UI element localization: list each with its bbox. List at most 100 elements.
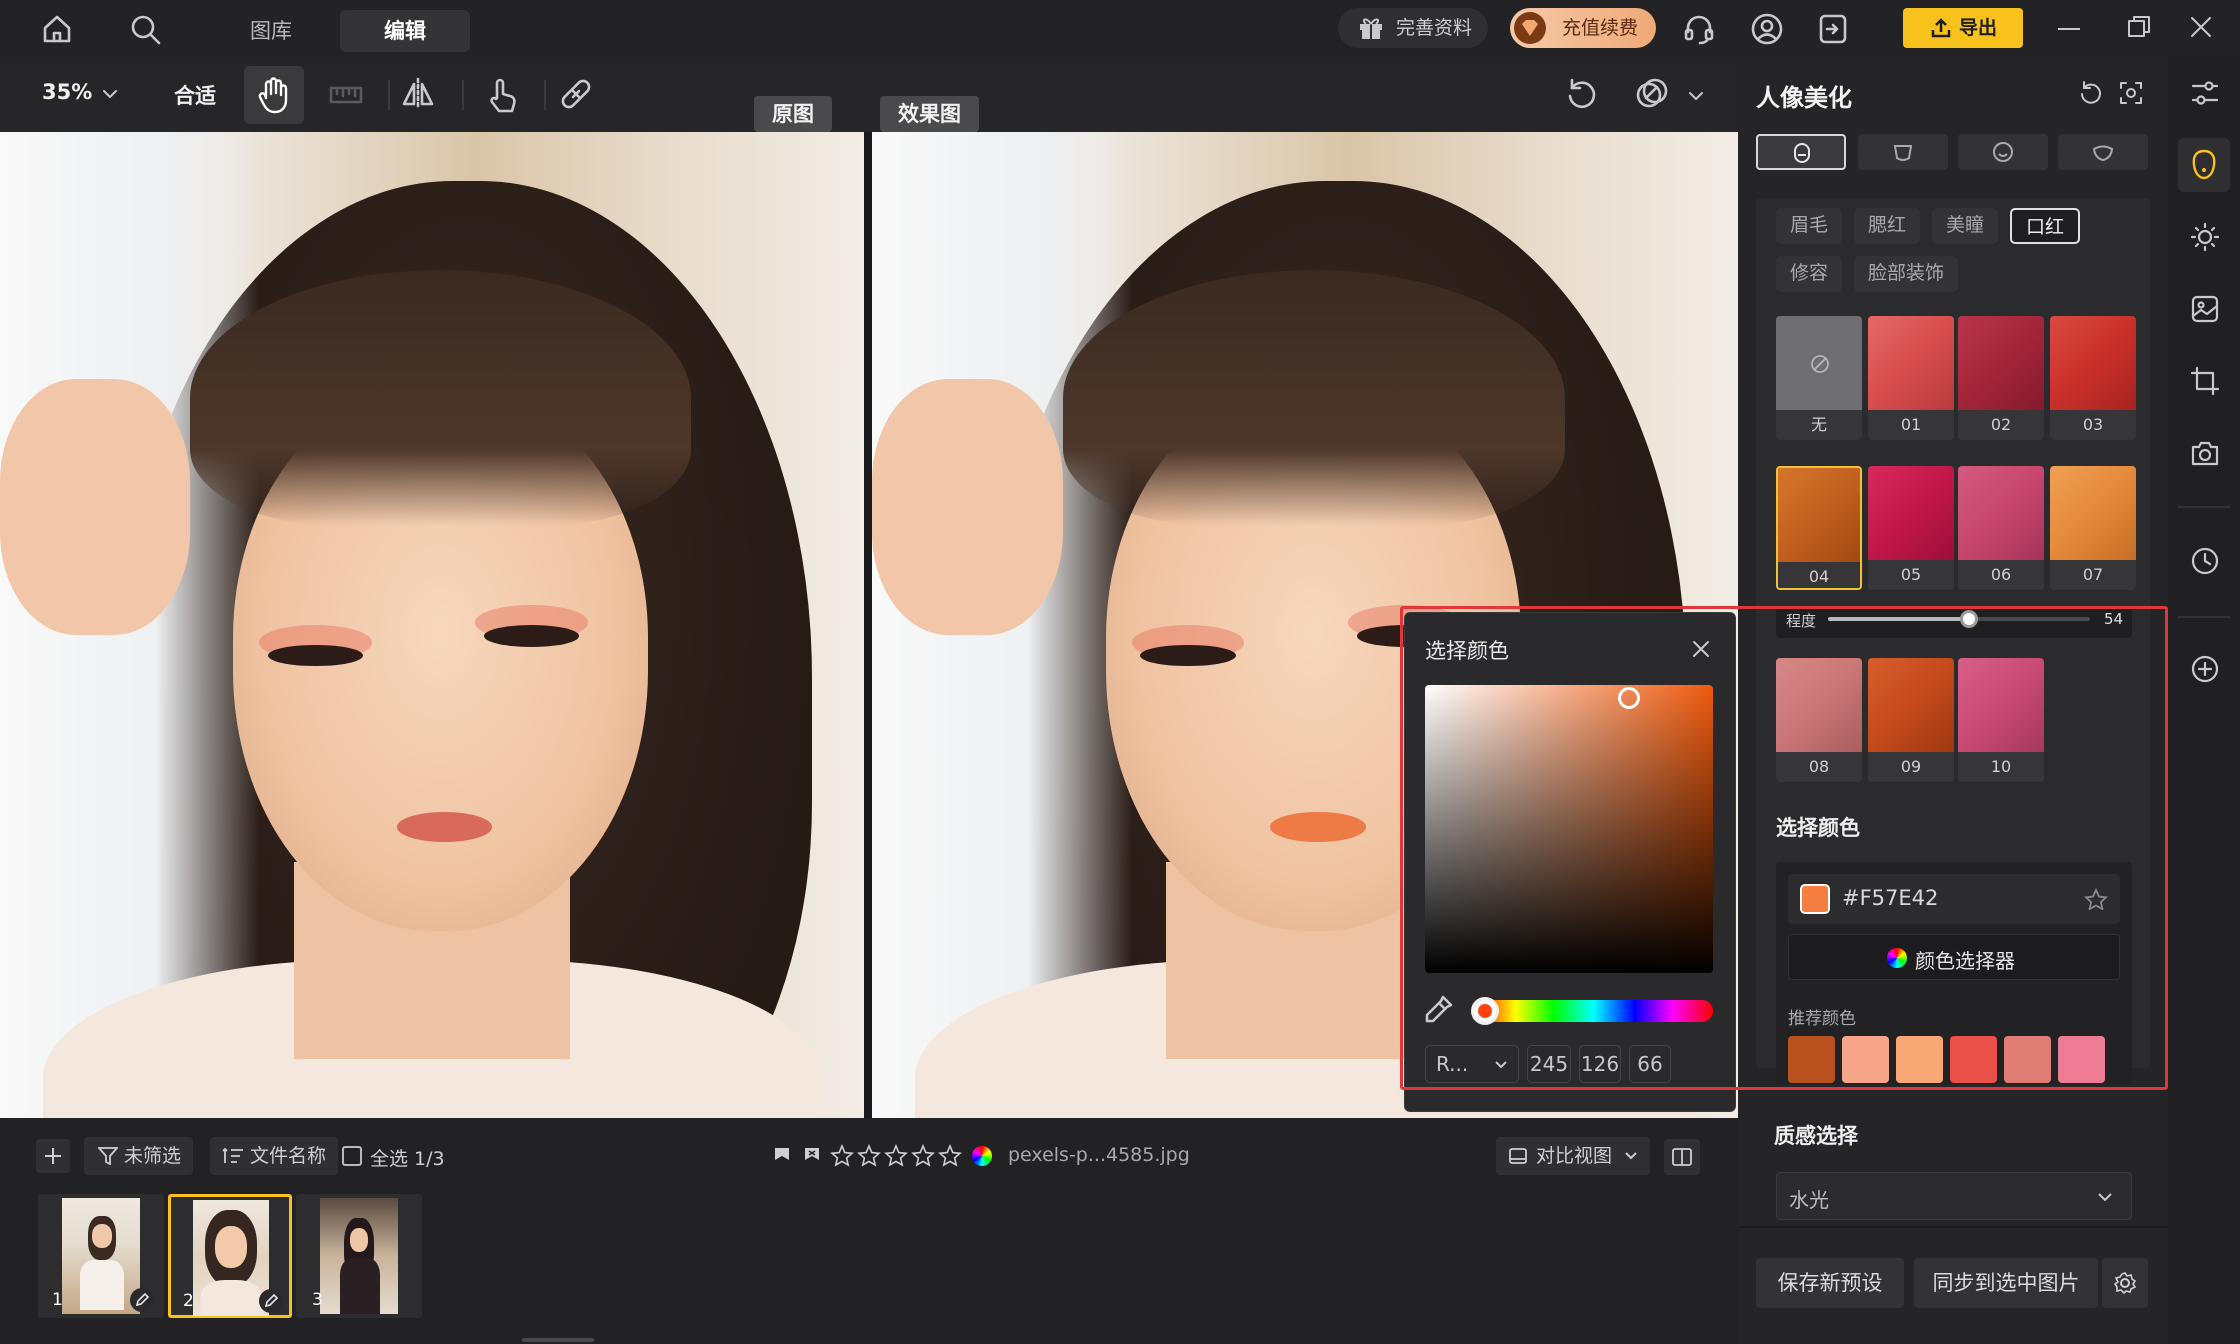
face-scan-icon[interactable] bbox=[2118, 80, 2144, 106]
zoom-chevron-icon[interactable] bbox=[102, 88, 118, 100]
upload-icon bbox=[1929, 16, 1953, 40]
mask-category-button[interactable] bbox=[2058, 134, 2148, 170]
flag-icon[interactable] bbox=[772, 1146, 792, 1166]
saturation-value-field[interactable] bbox=[1425, 685, 1713, 973]
rating-stars[interactable] bbox=[830, 1144, 964, 1168]
fit-button[interactable]: 合适 bbox=[174, 80, 216, 110]
crop-icon[interactable] bbox=[2190, 366, 2220, 396]
user-icon[interactable] bbox=[1750, 12, 1784, 46]
green-input[interactable]: 126 bbox=[1579, 1045, 1621, 1083]
color-mode-select[interactable]: R... bbox=[1425, 1045, 1519, 1083]
hex-value: #F57E42 bbox=[1842, 886, 1939, 910]
subtab-blush[interactable]: 腮红 bbox=[1854, 208, 1921, 244]
home-icon[interactable] bbox=[40, 12, 74, 46]
complete-profile-button[interactable]: 完善资料 bbox=[1338, 8, 1488, 48]
recharge-button[interactable]: 充值续费 bbox=[1510, 8, 1656, 48]
add-image-button[interactable] bbox=[36, 1139, 70, 1173]
search-icon[interactable] bbox=[128, 12, 162, 46]
swatch-label: 01 bbox=[1868, 410, 1954, 440]
touch-icon[interactable] bbox=[484, 76, 520, 114]
reset-icon[interactable] bbox=[1564, 76, 1600, 112]
flip-icon[interactable] bbox=[400, 76, 436, 112]
star-icon[interactable] bbox=[2084, 888, 2108, 910]
camera-icon[interactable] bbox=[2190, 438, 2220, 468]
swatch-none[interactable]: 无 bbox=[1776, 316, 1862, 440]
export-button[interactable]: 导出 bbox=[1903, 8, 2023, 48]
color-label-icon[interactable] bbox=[972, 1146, 992, 1166]
swatch-01[interactable]: 01 bbox=[1868, 316, 1954, 440]
swatch-04-selected[interactable]: 04 bbox=[1776, 466, 1862, 590]
smile-category-button[interactable] bbox=[1958, 134, 2048, 170]
settings-button[interactable] bbox=[2102, 1258, 2148, 1308]
sort-button[interactable]: 文件名称 bbox=[210, 1137, 339, 1175]
portrait-tool-button[interactable] bbox=[2178, 138, 2230, 192]
panel-reset-icon[interactable] bbox=[2078, 80, 2104, 106]
compare-overlay-icon[interactable] bbox=[1634, 76, 1670, 112]
zoom-select[interactable]: 35% bbox=[42, 80, 92, 104]
history-icon[interactable] bbox=[2190, 546, 2220, 576]
sync-selected-button[interactable]: 同步到选中图片 bbox=[1914, 1258, 2098, 1308]
recommended-color-3[interactable] bbox=[1896, 1036, 1943, 1083]
swatch-09[interactable]: 09 bbox=[1868, 658, 1954, 782]
swatch-07[interactable]: 07 bbox=[2050, 466, 2136, 590]
close-icon[interactable] bbox=[1691, 639, 1711, 659]
select-all-label: 全选 1/3 bbox=[370, 1148, 445, 1170]
recommended-color-5[interactable] bbox=[2004, 1036, 2051, 1083]
subtab-eyebrow[interactable]: 眉毛 bbox=[1776, 208, 1843, 244]
recommended-color-1[interactable] bbox=[1788, 1036, 1835, 1083]
compare-view-select[interactable]: 对比视图 bbox=[1496, 1137, 1651, 1175]
import-icon[interactable] bbox=[1816, 12, 1850, 46]
bandage-icon[interactable] bbox=[558, 76, 594, 112]
add-circle-icon[interactable] bbox=[2190, 654, 2220, 684]
subtab-contacts[interactable]: 美瞳 bbox=[1932, 208, 1999, 244]
thumbnail-2[interactable]: 2 bbox=[168, 1194, 292, 1318]
swatch-03[interactable]: 03 bbox=[2050, 316, 2136, 440]
subtab-contour[interactable]: 修容 bbox=[1776, 256, 1843, 292]
image-edit-icon[interactable] bbox=[2190, 294, 2220, 324]
split-divider[interactable] bbox=[864, 132, 872, 1118]
swatch-05[interactable]: 05 bbox=[1868, 466, 1954, 590]
thumbnail-1[interactable]: 1 bbox=[38, 1194, 164, 1318]
adjust-icon[interactable] bbox=[2190, 78, 2220, 108]
close-window-icon[interactable] bbox=[2188, 14, 2214, 40]
thumbnail-3[interactable]: 3 bbox=[296, 1194, 422, 1318]
intensity-track[interactable] bbox=[1828, 610, 2090, 628]
color-picker-button[interactable]: 颜色选择器 bbox=[1788, 934, 2120, 980]
ruler-icon[interactable] bbox=[328, 78, 364, 112]
tab-edit[interactable]: 编辑 bbox=[340, 10, 470, 52]
red-input[interactable]: 245 bbox=[1527, 1045, 1571, 1083]
headset-icon[interactable] bbox=[1682, 12, 1716, 46]
makeup-category-button[interactable] bbox=[1756, 134, 1846, 170]
recharge-label: 充值续费 bbox=[1562, 17, 1639, 39]
color-cursor[interactable] bbox=[1618, 687, 1640, 709]
recommended-color-4[interactable] bbox=[1950, 1036, 1997, 1083]
brightness-icon[interactable] bbox=[2190, 222, 2220, 252]
swatch-06[interactable]: 06 bbox=[1958, 466, 2044, 590]
recommended-color-6[interactable] bbox=[2058, 1036, 2105, 1083]
save-preset-button[interactable]: 保存新预设 bbox=[1756, 1258, 1904, 1308]
reject-flag-icon[interactable] bbox=[802, 1146, 822, 1166]
swatch-02[interactable]: 02 bbox=[1958, 316, 2044, 440]
swatch-08[interactable]: 08 bbox=[1776, 658, 1862, 782]
tab-library[interactable]: 图库 bbox=[230, 10, 312, 52]
hex-field[interactable]: #F57E42 bbox=[1788, 874, 2120, 924]
compare-chevron-icon[interactable] bbox=[1688, 90, 1704, 102]
split-view-button[interactable] bbox=[1664, 1139, 1700, 1175]
subtab-lipstick[interactable]: 口红 bbox=[2010, 208, 2081, 244]
hand-tool-button[interactable] bbox=[244, 66, 304, 124]
filmstrip-scrollbar[interactable] bbox=[522, 1338, 594, 1342]
hue-handle[interactable] bbox=[1471, 997, 1499, 1025]
select-all-checkbox[interactable] bbox=[342, 1146, 362, 1166]
eyedropper-icon[interactable] bbox=[1423, 993, 1455, 1025]
swatch-10[interactable]: 10 bbox=[1958, 658, 2044, 782]
restore-icon[interactable] bbox=[2126, 14, 2152, 40]
minimize-icon[interactable] bbox=[2058, 28, 2080, 30]
filter-button[interactable]: 未筛选 bbox=[84, 1137, 194, 1175]
blue-input[interactable]: 66 bbox=[1629, 1045, 1671, 1083]
texture-select[interactable]: 水光 bbox=[1776, 1172, 2132, 1220]
hue-slider[interactable] bbox=[1475, 1000, 1713, 1022]
recommended-color-2[interactable] bbox=[1842, 1036, 1889, 1083]
subtab-face-decor[interactable]: 脸部装饰 bbox=[1854, 256, 1959, 292]
face-category-button[interactable] bbox=[1858, 134, 1948, 170]
original-photo[interactable] bbox=[0, 132, 864, 1118]
